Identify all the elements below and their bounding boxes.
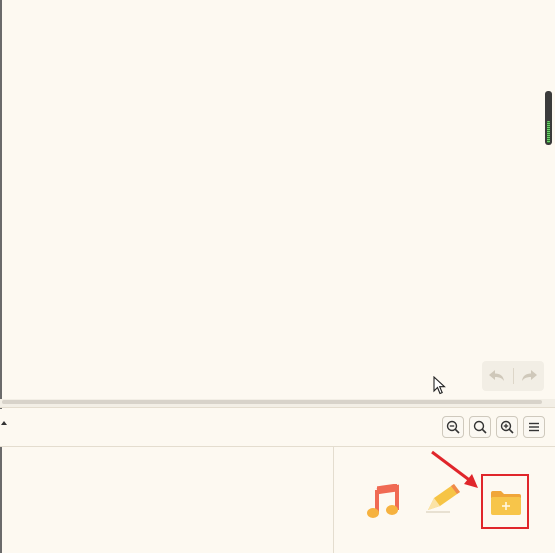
divider <box>0 407 555 408</box>
horizontal-scrollbar[interactable] <box>0 399 555 407</box>
zoom-fit-button[interactable] <box>469 416 491 438</box>
mouse-cursor-icon <box>433 376 446 395</box>
redo-icon <box>521 370 537 381</box>
menu-icon <box>529 422 539 432</box>
zoom-out-button[interactable] <box>442 416 464 438</box>
zoom-fit-icon <box>473 420 487 434</box>
zoom-out-icon <box>446 420 460 434</box>
undo-button[interactable] <box>482 361 513 391</box>
vertical-scrollbar[interactable] <box>544 0 555 400</box>
screen <box>0 0 555 553</box>
music-note-icon <box>367 484 399 518</box>
undo-icon <box>489 370 505 381</box>
caret-up-icon[interactable] <box>1 421 7 425</box>
music-app-button[interactable] <box>364 483 402 521</box>
bottom-left-panel <box>2 447 333 553</box>
horizontal-scrollbar-thumb[interactable] <box>2 400 542 404</box>
zoom-in-icon <box>500 420 514 434</box>
zoom-in-button[interactable] <box>496 416 518 438</box>
highlight-box <box>481 474 529 529</box>
pointer-arrow-icon <box>431 450 478 488</box>
undo-redo-group <box>482 361 544 391</box>
editor-canvas[interactable] <box>2 0 544 400</box>
redo-button[interactable] <box>514 361 545 391</box>
vertical-scrollbar-thumb[interactable] <box>545 91 552 145</box>
scroll-grip-icon <box>547 121 550 143</box>
menu-button[interactable] <box>523 416 545 438</box>
